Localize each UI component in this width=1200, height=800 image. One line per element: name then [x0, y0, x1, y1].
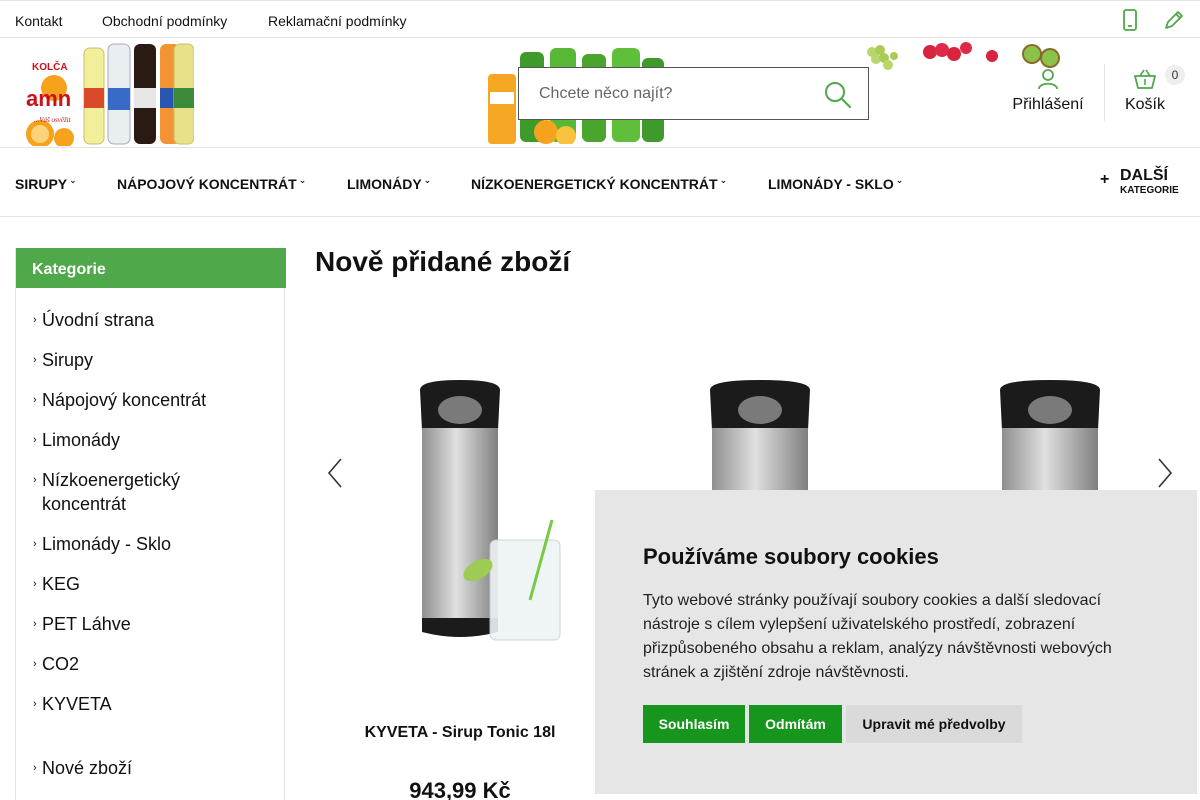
- nav-item-limonady-sklo[interactable]: LIMONÁDY - SKLO ⌄: [768, 175, 904, 192]
- chevron-right-icon: ›: [33, 578, 37, 590]
- nav-item-label: SIRUPY: [15, 176, 68, 192]
- cookie-consent-dialog: Používáme soubory cookies Tyto webové st…: [595, 490, 1197, 794]
- link-kontakt[interactable]: Kontakt: [15, 13, 62, 29]
- user-icon: [1038, 69, 1058, 90]
- sidebar-item-label: KYVETA: [42, 694, 112, 714]
- chevron-right-icon: ›: [33, 474, 37, 486]
- reject-cookies-button[interactable]: Odmítám: [749, 705, 842, 743]
- accept-cookies-button[interactable]: Souhlasím: [643, 705, 745, 743]
- chevron-right-icon: ›: [33, 314, 37, 326]
- nav-item-label: NÁPOJOVÝ KONCENTRÁT: [117, 176, 297, 192]
- search-icon[interactable]: [824, 81, 852, 109]
- basket-icon: [1134, 69, 1156, 89]
- header-divider: [1104, 64, 1105, 121]
- cookie-preferences-button[interactable]: Upravit mé předvolby: [846, 705, 1022, 743]
- product-image[interactable]: [320, 370, 600, 670]
- sidebar-item-sirupy[interactable]: › Sirupy: [33, 348, 262, 372]
- header: KOLČA amn ...Váš osvěžit Chcete něco naj…: [0, 38, 1200, 148]
- nav-item-label: LIMONÁDY: [347, 176, 422, 192]
- nav-item-label: LIMONÁDY - SKLO: [768, 176, 894, 192]
- sidebar-item-label: Nízkoenergetický koncentrát: [42, 470, 181, 514]
- sidebar-item-limonady[interactable]: › Limonády: [33, 428, 262, 452]
- sidebar-heading: Kategorie: [16, 248, 286, 288]
- chevron-down-icon: ⌄: [719, 175, 728, 185]
- chevron-right-icon: ›: [33, 762, 37, 774]
- sidebar-item-kyveta[interactable]: › KYVETA: [33, 692, 262, 716]
- login-button[interactable]: Přihlášení: [1004, 68, 1092, 120]
- chevron-right-icon: ›: [33, 618, 37, 630]
- pencil-icon[interactable]: [1163, 9, 1185, 31]
- sidebar-item-label: PET Láhve: [42, 614, 131, 634]
- top-bar: Kontakt Obchodní podmínky Reklamační pod…: [0, 0, 1200, 38]
- sidebar-item-label: CO2: [42, 654, 80, 674]
- svg-text:...Váš osvěžit: ...Váš osvěžit: [34, 116, 72, 124]
- sidebar-item-napojovy-koncentrat[interactable]: › Nápojový koncentrát: [33, 388, 262, 412]
- sidebar-item-label: Limonády - Sklo: [42, 534, 172, 554]
- product-price: 943,99 Kč: [409, 778, 511, 800]
- sidebar-item-label: Sirupy: [42, 350, 94, 370]
- sidebar-item-label: KEG: [42, 574, 81, 594]
- nav-item-sirupy[interactable]: SIRUPY ⌄: [15, 175, 77, 192]
- cart-label: Košík: [1124, 96, 1165, 113]
- chevron-right-icon: ›: [33, 394, 37, 406]
- phone-icon[interactable]: [1120, 9, 1140, 31]
- login-label: Přihlášení: [1012, 96, 1084, 113]
- cookie-title: Používáme soubory cookies: [643, 544, 939, 569]
- link-obchodni-podminky[interactable]: Obchodní podmínky: [102, 13, 227, 29]
- chevron-right-icon: ›: [33, 658, 37, 670]
- sidebar-item-label: Limonády: [42, 430, 121, 450]
- main-nav: SIRUPY ⌄ NÁPOJOVÝ KONCENTRÁT ⌄ LIMONÁDY ⌄ N…: [0, 149, 1200, 217]
- chevron-down-icon: ⌄: [69, 175, 77, 185]
- chevron-down-icon: ⌄: [895, 175, 904, 185]
- sidebar-item-label: Nové zboží: [42, 758, 133, 778]
- chevron-right-icon: ›: [33, 698, 37, 710]
- chevron-right-icon: ›: [33, 434, 37, 446]
- search-input[interactable]: [519, 68, 809, 119]
- cookie-text: Tyto webové stránky používají soubory co…: [643, 592, 1112, 681]
- site-logo[interactable]: KOLČA amn ...Váš osvěžit: [24, 38, 194, 146]
- page-title: Nově přidané zboží: [315, 246, 571, 277]
- svg-text:amn: amn: [26, 86, 71, 111]
- sidebar-item-limonady-sklo[interactable]: › Limonády - Sklo: [33, 532, 262, 556]
- sidebar-item-nizkoenergeticky-koncentrat[interactable]: › Nízkoenergetický koncentrát: [33, 468, 202, 516]
- sidebar-item-keg[interactable]: › KEG: [33, 572, 262, 596]
- chevron-right-icon: ›: [33, 354, 37, 366]
- nav-item-napojovy-koncentrat[interactable]: NÁPOJOVÝ KONCENTRÁT ⌄: [117, 175, 307, 192]
- search-box: [518, 67, 869, 120]
- sidebar-item-nove-zbozi[interactable]: › Nové zboží: [33, 756, 262, 780]
- page: Kontakt Obchodní podmínky Reklamační pod…: [0, 0, 1200, 800]
- nav-item-nizkoenergeticky-koncentrat[interactable]: NÍZKOENERGETICKÝ KONCENTRÁT ⌄: [471, 175, 728, 192]
- cart-count-badge: 0: [1165, 65, 1185, 85]
- more-categories-label: DALŠÍ: [1120, 167, 1168, 184]
- chevron-down-icon: ⌄: [423, 175, 432, 185]
- link-reklamacni-podminky[interactable]: Reklamační podmínky: [268, 13, 407, 29]
- nav-item-limonady[interactable]: LIMONÁDY ⌄: [347, 175, 432, 192]
- chevron-down-icon: ⌄: [298, 175, 307, 185]
- category-sidebar: Kategorie › Úvodní strana › Sirupy › Nápojo…: [15, 248, 286, 800]
- chevron-right-icon: ›: [33, 538, 37, 550]
- nav-item-label: NÍZKOENERGETICKÝ KONCENTRÁT: [471, 176, 718, 192]
- sidebar-item-label: Úvodní strana: [42, 310, 155, 330]
- more-categories-sublabel: KATEGORIE: [1120, 185, 1179, 196]
- svg-text:KOLČA: KOLČA: [32, 60, 68, 73]
- sidebar-item-label: Nápojový koncentrát: [42, 390, 207, 410]
- sidebar-item-uvodni-strana[interactable]: › Úvodní strana: [33, 308, 262, 332]
- plus-icon: +: [1100, 171, 1110, 188]
- sidebar-item-co2[interactable]: › CO2: [33, 652, 262, 676]
- sidebar-item-pet-lahve[interactable]: › PET Láhve: [33, 612, 262, 636]
- product-name[interactable]: KYVETA - Sirup Tonic 18l: [320, 722, 600, 744]
